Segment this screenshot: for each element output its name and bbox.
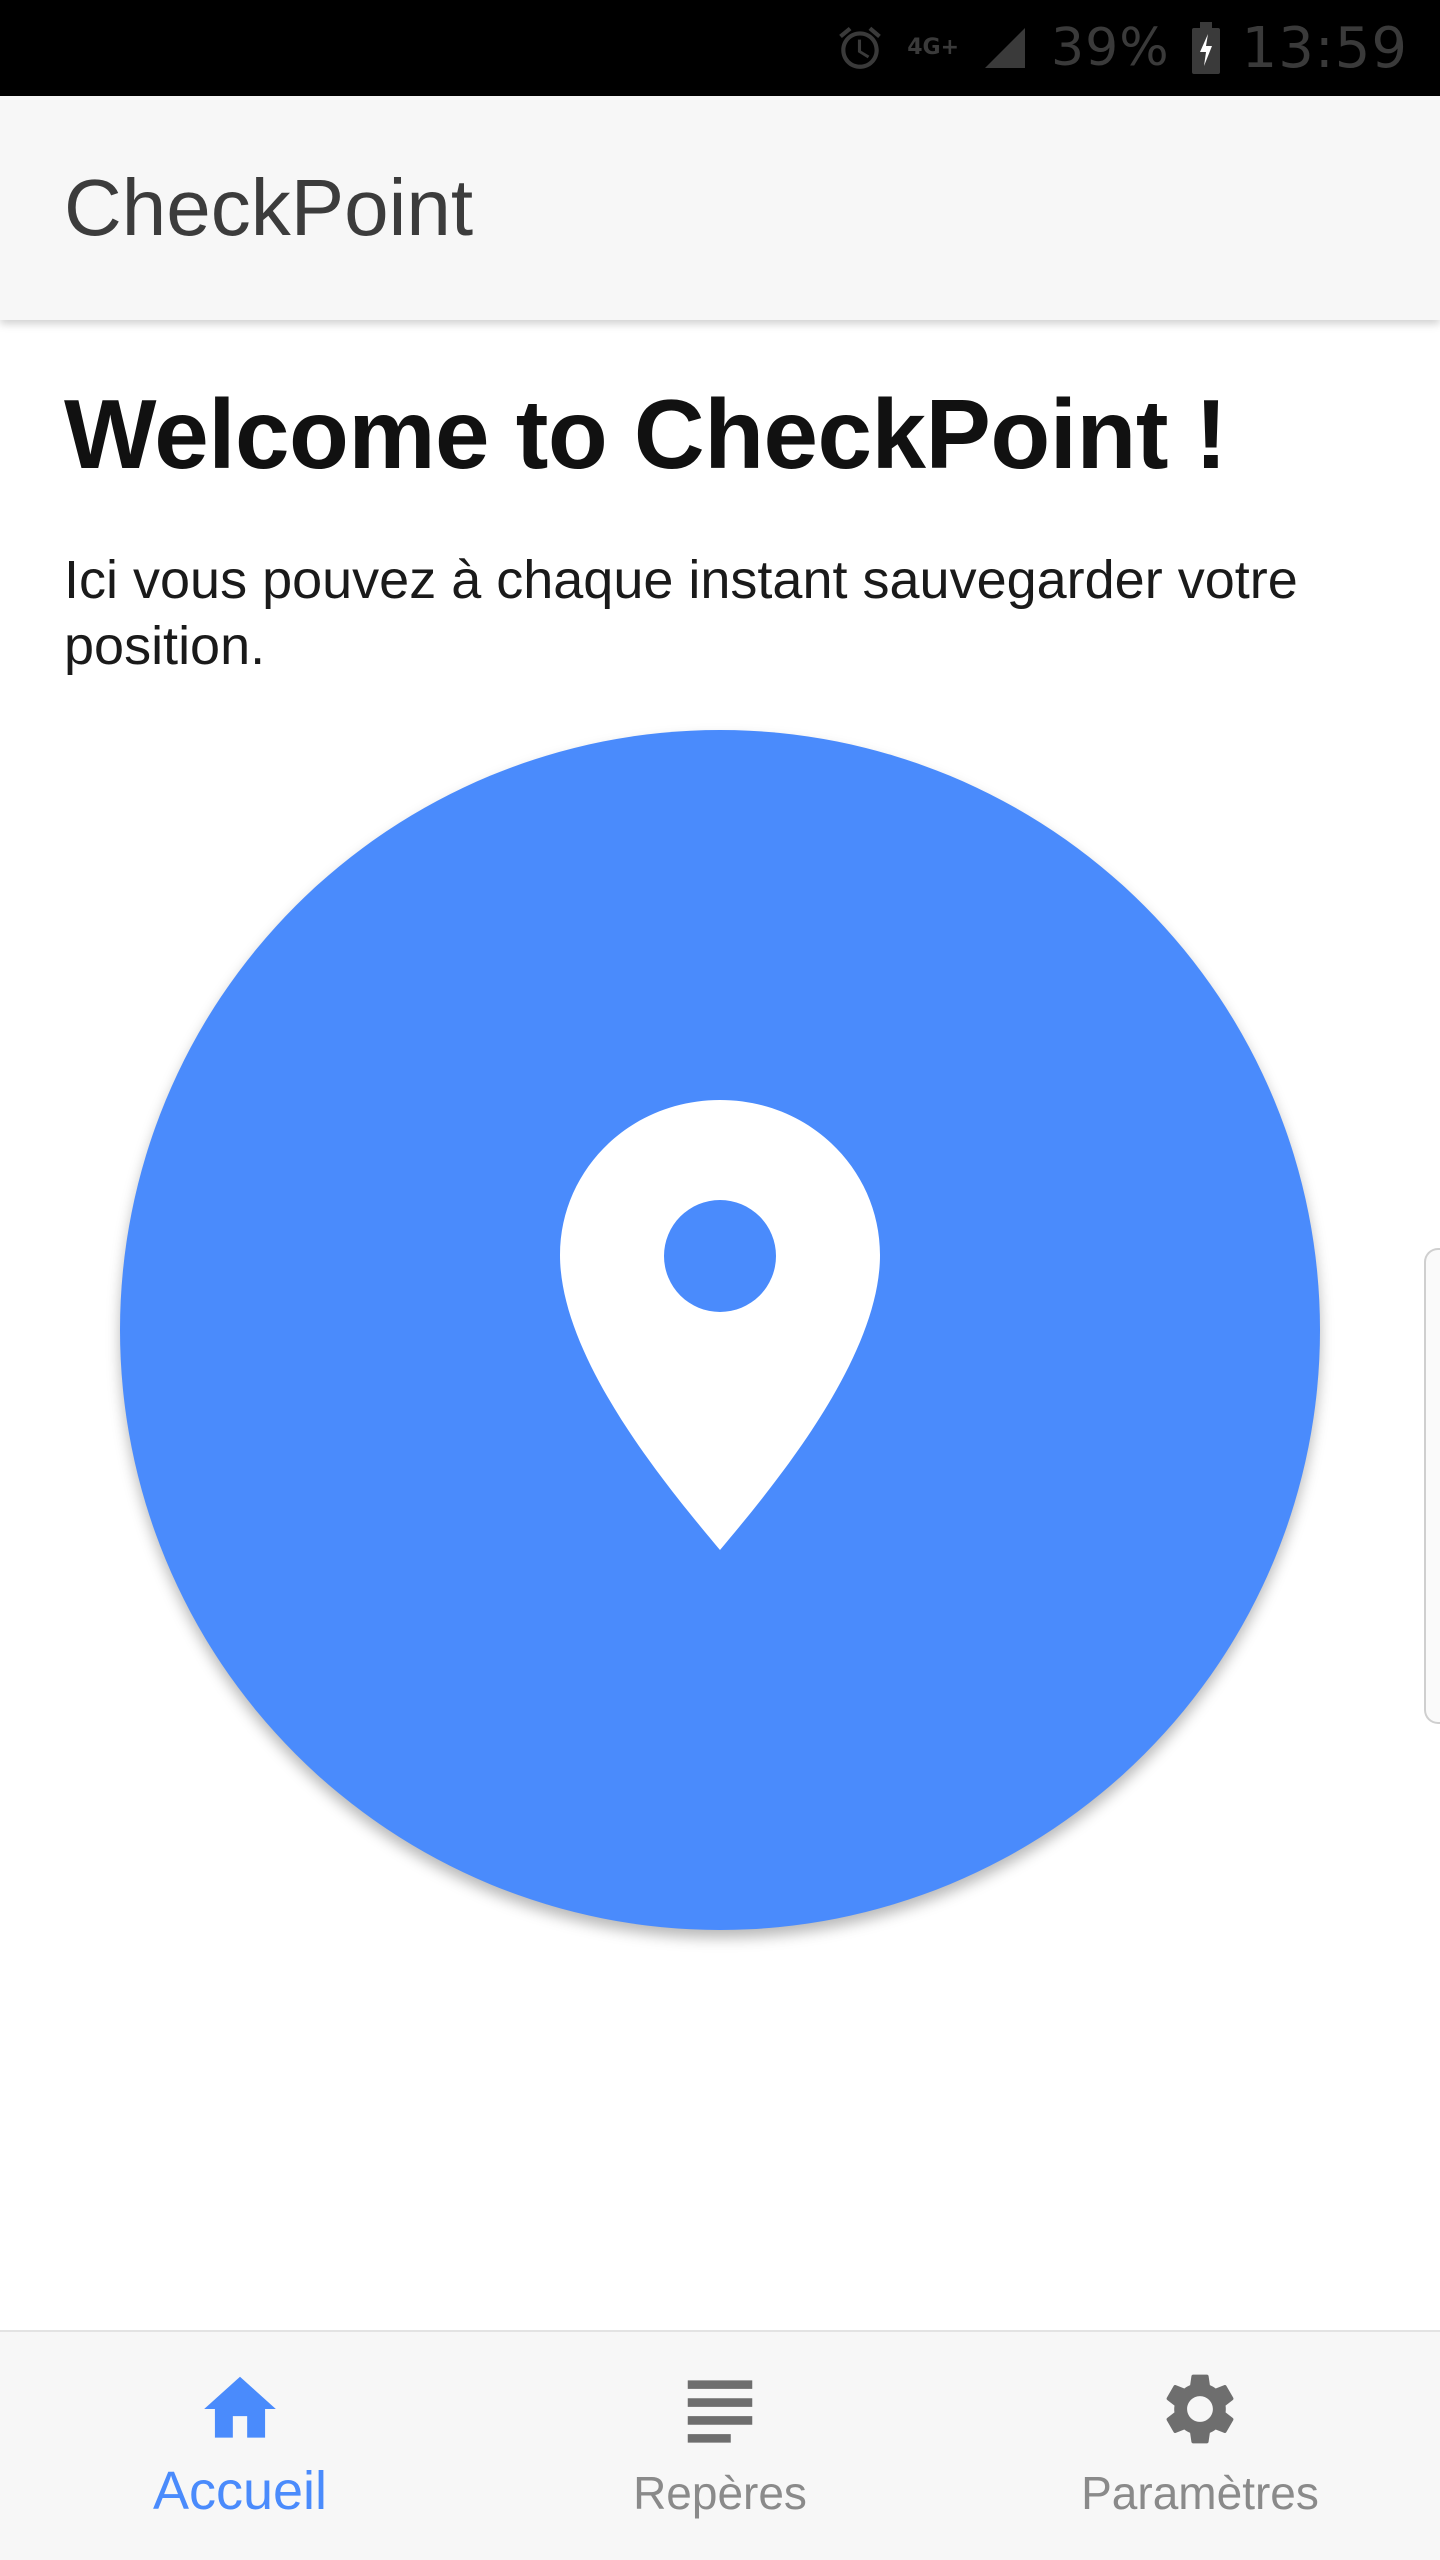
app-title: CheckPoint xyxy=(64,163,474,252)
status-bar: 4G+ 39% 13:59 xyxy=(0,0,1440,96)
alarm-icon xyxy=(835,23,885,73)
home-icon xyxy=(204,2376,276,2438)
nav-label-accueil: Accueil xyxy=(152,2461,328,2521)
edge-panel-handle[interactable] xyxy=(1424,1248,1440,1724)
nav-label-parametres: Paramètres xyxy=(1081,2467,1319,2519)
clock: 13:59 xyxy=(1241,15,1408,81)
network-label: 4G+ xyxy=(907,35,960,60)
nav-item-accueil[interactable]: Accueil xyxy=(0,2332,480,2560)
nav-label-reperes: Repères xyxy=(633,2467,807,2519)
app-bar: CheckPoint xyxy=(0,96,1440,320)
welcome-heading: Welcome to CheckPoint ! xyxy=(64,379,1227,489)
main-content: Welcome to CheckPoint ! Ici vous pouvez … xyxy=(0,320,1440,2330)
intro-text: Ici vous pouvez à chaque instant sauvega… xyxy=(64,550,1298,676)
battery-charging-icon xyxy=(1191,22,1220,74)
bottom-navigation: Accueil Repères Paramètres xyxy=(0,2330,1440,2560)
location-pin-icon xyxy=(560,1100,880,1550)
network-type: 4G+ xyxy=(907,37,959,59)
signal-icon xyxy=(981,24,1029,72)
battery-percentage: 39% xyxy=(1051,18,1170,78)
list-icon xyxy=(687,2380,753,2443)
nav-item-parametres[interactable]: Paramètres xyxy=(960,2332,1440,2560)
nav-item-reperes[interactable]: Repères xyxy=(480,2332,960,2560)
save-position-button[interactable] xyxy=(120,730,1320,1930)
gear-icon xyxy=(1166,2374,1234,2444)
